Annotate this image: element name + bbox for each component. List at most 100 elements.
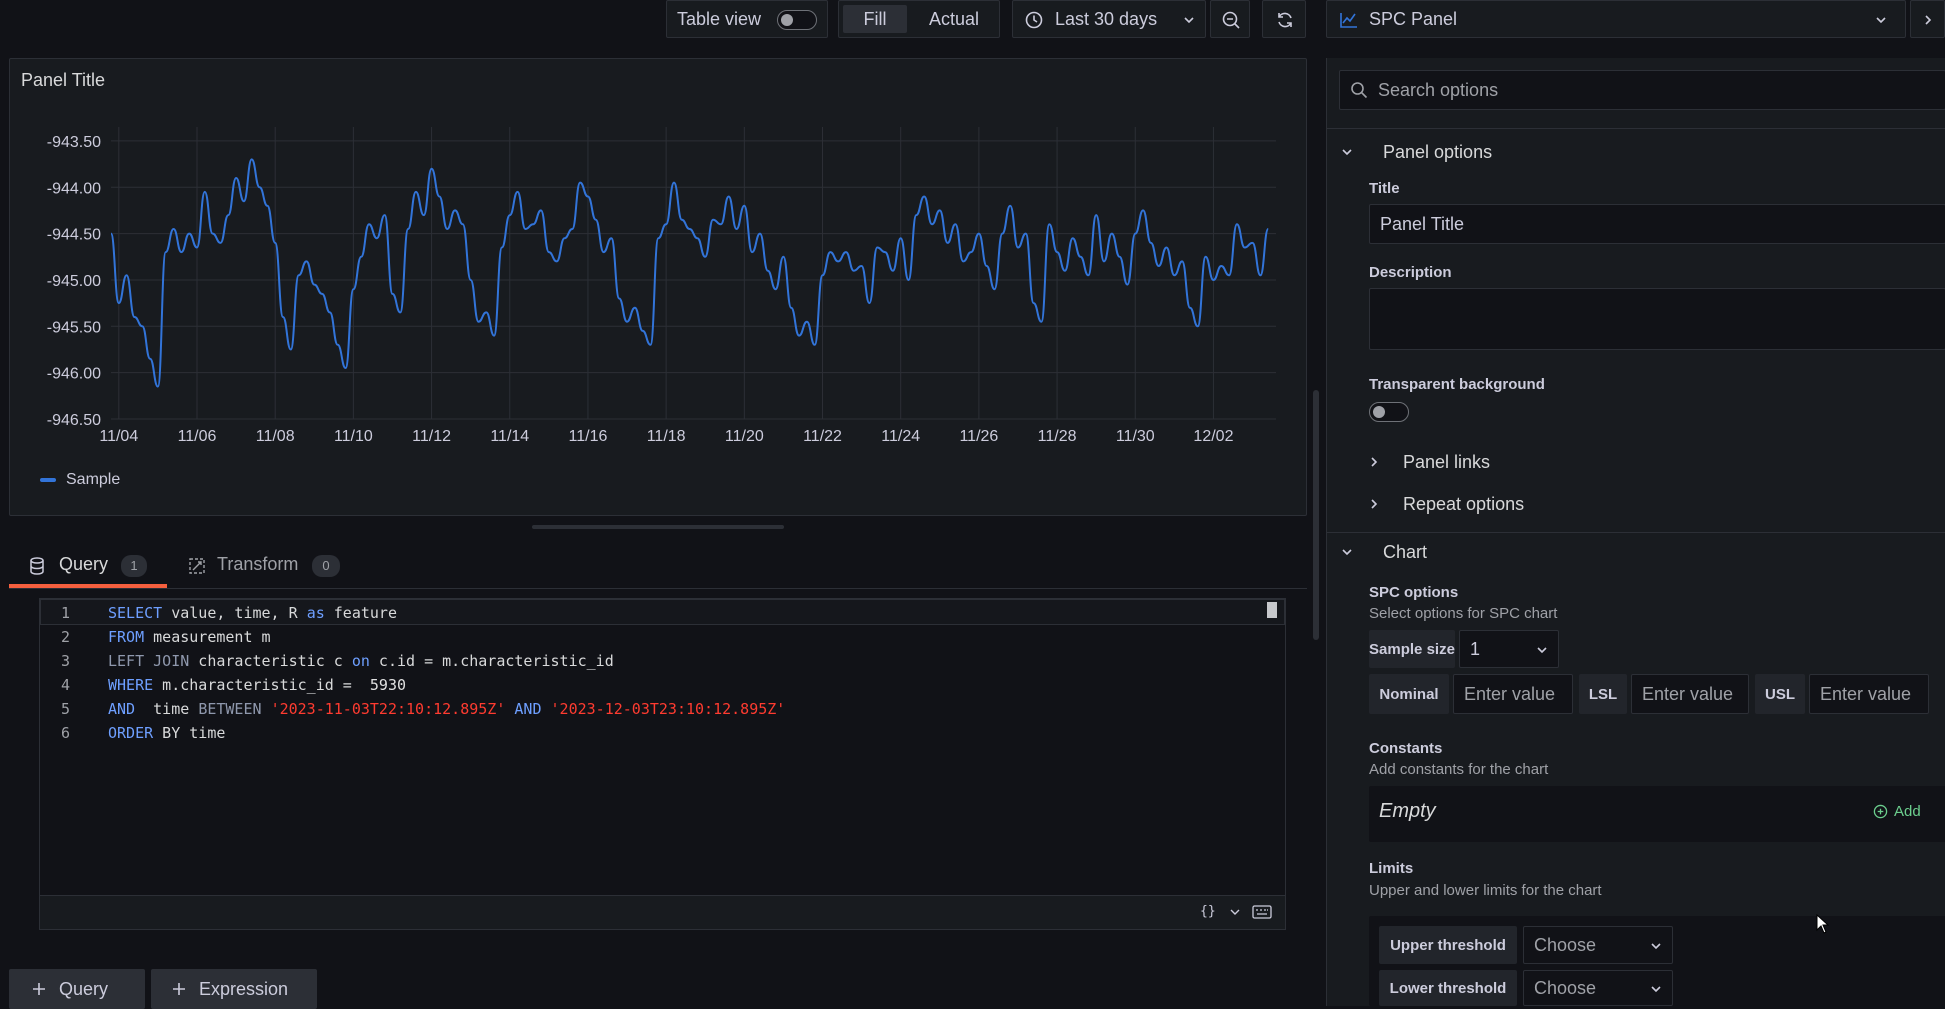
table-view-toggle-group: Table view (666, 0, 828, 38)
line-number: 6 (60, 724, 70, 742)
fill-label: Fill (863, 8, 887, 29)
usl-label: USL (1755, 674, 1805, 714)
visualization-picker[interactable]: SPC Panel (1326, 0, 1906, 38)
constants-box: Empty Add (1369, 786, 1945, 842)
collapse-options-button[interactable] (1910, 0, 1945, 38)
add-query-button[interactable]: Query (9, 969, 145, 1009)
spc-options-description: Select options for SPC chart (1369, 605, 1558, 622)
x-tick-label: 11/16 (569, 428, 608, 445)
constants-label: Constants (1369, 740, 1443, 757)
table-view-label: Table view (677, 9, 762, 29)
lsl-label: LSL (1579, 674, 1627, 714)
pane-resize-handle[interactable] (532, 525, 784, 529)
code-line: FROM measurement m (108, 628, 271, 646)
line-number: 5 (60, 700, 70, 718)
search-options-input[interactable]: Search options (1339, 70, 1945, 110)
limits-box: Upper threshold Choose Lower threshold C… (1369, 916, 1945, 1006)
y-tick-label: -944.50 (47, 227, 101, 244)
line-number: 4 (60, 676, 70, 694)
x-tick-label: 11/24 (881, 428, 920, 445)
lsl-placeholder: Enter value (1642, 683, 1734, 704)
line-number: 1 (60, 604, 70, 622)
fill-option[interactable]: Fill (843, 5, 907, 33)
lower-threshold-select[interactable]: Choose (1523, 970, 1673, 1006)
x-tick-label: 11/06 (178, 428, 217, 445)
transform-icon (189, 558, 205, 574)
zoom-out-button[interactable] (1210, 0, 1250, 38)
chart-section-header[interactable]: Chart (1341, 538, 1931, 570)
chart-divider (1327, 532, 1945, 533)
chevron-down-icon (1537, 647, 1547, 654)
code-line: LEFT JOIN characteristic c on c.id = m.c… (108, 652, 614, 670)
refresh-button[interactable] (1262, 0, 1306, 38)
chevron-right-icon (1371, 499, 1378, 509)
time-range-picker[interactable]: Last 30 days (1012, 0, 1206, 38)
query-editor[interactable]: 1 SELECT value, time, R as feature 2 FROM m… (39, 598, 1286, 896)
usl-placeholder: Enter value (1820, 683, 1912, 704)
search-icon (1351, 82, 1368, 99)
x-tick-label: 11/26 (959, 428, 998, 445)
format-query-button[interactable]: {} (1200, 904, 1216, 919)
code-lines: 1 SELECT value, time, R as feature 2 FROM m… (40, 601, 1285, 761)
constants-description: Add constants for the chart (1369, 761, 1549, 778)
title-input[interactable]: Panel Title (1369, 204, 1945, 244)
actual-option[interactable]: Actual (913, 5, 995, 33)
add-expression-label: Expression (199, 978, 289, 999)
usl-input[interactable]: Enter value (1809, 674, 1929, 714)
description-textarea[interactable] (1369, 288, 1945, 350)
plus-icon (33, 983, 45, 995)
series-line-sample (110, 158, 1270, 388)
chevron-down-icon (1184, 17, 1194, 24)
search-placeholder: Search options (1378, 79, 1499, 100)
add-query-label: Query (59, 978, 109, 999)
transparent-background-switch[interactable] (1369, 402, 1409, 422)
tab-query[interactable]: Query 1 (9, 546, 167, 588)
sample-size-select[interactable]: 1 (1459, 630, 1559, 668)
options-pane: Search options Panel options Title Panel… (1326, 58, 1945, 1006)
panel-options-section-header[interactable]: Panel options (1341, 138, 1931, 170)
repeat-options-header[interactable]: Repeat options (1369, 490, 1939, 520)
table-view-switch[interactable] (777, 10, 817, 30)
line-number: 3 (60, 652, 70, 670)
keyboard-icon[interactable] (1252, 905, 1272, 919)
editor-footer: {} (39, 896, 1286, 930)
legend-color-swatch (40, 478, 56, 482)
nominal-label: Nominal (1369, 674, 1449, 714)
visualization-name: SPC Panel (1369, 9, 1458, 29)
x-tick-label: 11/22 (803, 428, 842, 445)
y-tick-label: -946.00 (47, 366, 101, 383)
code-line: ORDER BY time (108, 724, 226, 742)
x-tick-label: 11/04 (99, 428, 138, 445)
tab-transform[interactable]: Transform 0 (178, 546, 358, 588)
editor-scroll-marker (1267, 602, 1277, 618)
chevron-down-icon (1876, 17, 1886, 24)
add-constant-button[interactable]: Add (1873, 803, 1921, 820)
x-tick-label: 12/02 (1193, 428, 1233, 445)
lower-threshold-label: Lower threshold (1379, 970, 1517, 1006)
code-line: WHERE m.characteristic_id = 5930 (108, 676, 407, 694)
clock-icon (1025, 11, 1043, 29)
x-tick-label: 11/28 (1038, 428, 1077, 445)
actual-label: Actual (928, 8, 980, 29)
nominal-input[interactable]: Enter value (1453, 674, 1573, 714)
upper-threshold-value: Choose (1534, 934, 1597, 955)
chevron-down-icon (1651, 943, 1661, 950)
lsl-input[interactable]: Enter value (1631, 674, 1749, 714)
chevron-right-icon (1371, 457, 1378, 467)
constants-empty-text: Empty (1379, 800, 1436, 822)
chevron-down-icon[interactable] (1230, 908, 1240, 916)
chevron-down-icon (1342, 149, 1352, 156)
line-number: 2 (60, 628, 70, 646)
legend-label[interactable]: Sample (66, 471, 120, 489)
left-pane-scrollbar[interactable] (1313, 390, 1319, 640)
upper-threshold-select[interactable]: Choose (1523, 926, 1673, 964)
time-series-chart[interactable]: -943.50 -944.00 -944.50 -945.00 -945.50 -946.… (10, 119, 1300, 459)
x-tick-label: 11/08 (256, 428, 295, 445)
zoom-out-icon (1222, 11, 1240, 29)
y-tick-label: -946.50 (47, 412, 101, 429)
tab-query-label: Query (59, 554, 109, 574)
lower-threshold-value: Choose (1534, 977, 1597, 998)
panel-title: Panel Title (21, 70, 106, 90)
panel-links-header[interactable]: Panel links (1369, 448, 1939, 478)
add-expression-button[interactable]: Expression (151, 969, 317, 1009)
